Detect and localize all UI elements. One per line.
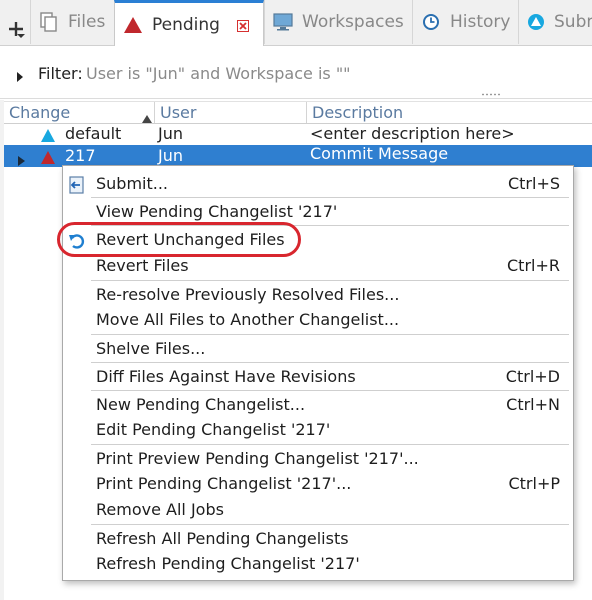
menu-item-refresh-all[interactable]: Refresh All Pending Changelists <box>63 526 573 552</box>
menu-item-print[interactable]: Print Pending Changelist '217'... Ctrl+P <box>63 471 573 497</box>
tab-label: Pending <box>152 14 220 35</box>
change-cell: 217 <box>65 146 96 165</box>
expand-row-icon[interactable] <box>18 151 25 170</box>
table-header: Change User Description <box>4 101 592 124</box>
submit-icon <box>68 176 86 194</box>
change-cell: default <box>65 124 122 143</box>
menu-separator <box>91 390 569 391</box>
default-changelist-icon <box>41 127 55 146</box>
menu-separator <box>91 524 569 525</box>
tab-workspaces[interactable]: Workspaces <box>264 0 412 44</box>
highlight-annotation <box>57 222 301 257</box>
tab-pending[interactable]: Pending <box>114 0 264 46</box>
menu-item-re-resolve[interactable]: Re-resolve Previously Resolved Files... <box>63 282 573 308</box>
filter-bar: Filter: User is "Jun" and Workspace is "… <box>0 46 592 99</box>
menu-item-diff-files[interactable]: Diff Files Against Have Revisions Ctrl+D <box>63 364 573 390</box>
column-header-user[interactable]: User <box>154 102 306 123</box>
pending-changelist-icon <box>123 15 143 35</box>
description-cell: Commit Message <box>310 144 449 163</box>
menu-separator <box>91 334 569 335</box>
filter-label: Filter: <box>38 64 83 83</box>
tab-history[interactable]: History <box>412 0 518 44</box>
tab-bar: Files Pending Workspaces History Subm <box>0 0 592 46</box>
resize-grip[interactable] <box>481 93 501 96</box>
menu-item-new-pending-changelist[interactable]: New Pending Changelist... Ctrl+N <box>63 392 573 418</box>
menu-item-shelve-files[interactable]: Shelve Files... <box>63 336 573 362</box>
table-row-selected[interactable]: 217 Jun Commit Message <box>4 144 592 170</box>
menu-item-remove-all-jobs[interactable]: Remove All Jobs <box>63 497 573 523</box>
menu-separator <box>91 197 569 198</box>
pending-changelist-icon <box>41 149 55 168</box>
menu-item-print-preview[interactable]: Print Preview Pending Changelist '217'..… <box>63 446 573 472</box>
menu-item-move-all-files[interactable]: Move All Files to Another Changelist... <box>63 307 573 333</box>
add-tab-icon[interactable] <box>4 18 28 42</box>
filter-value[interactable]: User is "Jun" and Workspace is "" <box>86 64 351 83</box>
user-cell: Jun <box>158 124 183 143</box>
menu-item-refresh-changelist[interactable]: Refresh Pending Changelist '217' <box>63 551 573 577</box>
tab-label: Files <box>68 12 106 32</box>
close-tab-icon[interactable] <box>237 20 249 32</box>
tab-label: Workspaces <box>302 12 404 32</box>
expand-filter-icon[interactable] <box>16 68 24 87</box>
tab-label: History <box>450 12 511 32</box>
user-cell: Jun <box>158 146 183 165</box>
tab-files[interactable]: Files <box>30 0 114 44</box>
description-cell: <enter description here> <box>310 124 515 143</box>
table-row[interactable]: default Jun <enter description here> <box>4 123 592 145</box>
column-header-change[interactable]: Change <box>4 102 154 123</box>
menu-separator <box>91 280 569 281</box>
tab-label: Subm <box>554 12 592 32</box>
menu-item-edit-pending-changelist[interactable]: Edit Pending Changelist '217' <box>63 417 573 443</box>
menu-item-submit[interactable]: Submit... Ctrl+S <box>63 171 573 197</box>
column-header-description[interactable]: Description <box>306 102 592 123</box>
submitted-icon <box>527 12 545 32</box>
tab-submitted[interactable]: Subm <box>518 0 592 44</box>
menu-separator <box>91 444 569 445</box>
left-panel-edge <box>0 100 4 600</box>
files-icon <box>39 12 59 32</box>
clock-icon <box>421 12 441 32</box>
monitor-icon <box>273 12 293 32</box>
menu-separator <box>91 362 569 363</box>
